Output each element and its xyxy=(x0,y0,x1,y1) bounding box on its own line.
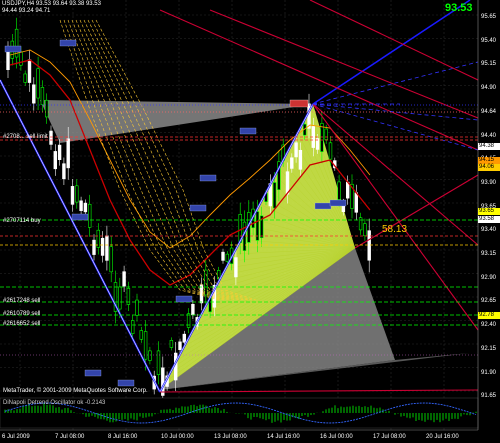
price-tick: 93.90 xyxy=(481,179,497,186)
copyright-text: MetaTrader, © 2001-2009 MetaQuotes Softw… xyxy=(3,388,148,394)
annotation-value: 58.13 xyxy=(382,224,408,235)
price-tick: 92.40 xyxy=(481,322,497,329)
red-line-6 xyxy=(159,389,479,393)
price-tick: 91.90 xyxy=(481,369,497,376)
date-tick: 10 Jul 00:00 xyxy=(161,434,194,440)
price-tick: 94.64 xyxy=(481,108,497,115)
price-tick: 93.15 xyxy=(481,251,497,257)
price-tick: 92.90 xyxy=(481,274,497,281)
price-tick: 94.90 xyxy=(481,85,497,92)
price-tag: 93.58 xyxy=(478,216,500,223)
date-tick: 13 Jul 08:00 xyxy=(214,434,247,440)
price-chart[interactable] xyxy=(0,0,500,443)
price-tag: 93.65 xyxy=(478,208,500,215)
price-tick: 94.40 xyxy=(481,132,497,139)
date-tick: 17 Jul 08:00 xyxy=(373,434,406,440)
price-tag: 94.15 xyxy=(478,157,500,164)
price-tag: 94.06 xyxy=(478,164,500,171)
chart-window: USDJPY,H4 93.53 93.64 93.38 93.53 94.44 … xyxy=(0,0,500,443)
price-tick: 95.40 xyxy=(481,37,497,44)
date-tick: 14 Jul 16:00 xyxy=(267,434,300,440)
date-tick: 7 Jul 08:00 xyxy=(55,434,85,440)
date-tick: 6 Jul 2009 xyxy=(2,434,30,440)
symbol-subheader: 94.44 93.24 94.71 xyxy=(2,8,51,14)
price-tick: 92.65 xyxy=(481,298,497,305)
price-tag: 92.78 xyxy=(478,312,500,319)
price-tick: 95.15 xyxy=(481,61,497,68)
red-line-2 xyxy=(209,9,479,119)
fan-area-top xyxy=(40,100,313,143)
price-tick: 91.65 xyxy=(481,393,497,400)
order-label-sell-1[interactable]: #2617248 sell xyxy=(3,298,40,305)
order-label-sell-2[interactable]: #2610789 sell xyxy=(3,311,40,318)
big-price-label: 93.53 xyxy=(445,2,473,14)
blue-line-extend xyxy=(312,0,471,105)
price-tick: 93.40 xyxy=(481,227,497,234)
indicator-label: DiNapoli Detrend Oscillator ok -0.2143 xyxy=(3,400,106,406)
price-tick: 95.65 xyxy=(481,14,497,20)
price-tick: 92.15 xyxy=(481,345,497,352)
date-tick: 8 Jul 16:00 xyxy=(108,434,138,440)
order-label-sell-3[interactable]: #2616652 sell xyxy=(3,321,40,328)
price-tag: 94.38 xyxy=(478,143,500,150)
order-label-buy[interactable]: #2707114 buy xyxy=(3,218,41,225)
symbol-header: USDJPY,H4 93.53 93.64 93.38 93.53 xyxy=(2,1,101,7)
date-tick: 20 Jul 16:00 xyxy=(426,434,459,440)
date-tick: 16 Jul 00:00 xyxy=(320,434,353,440)
order-label-sell-limit[interactable]: #2708... sell limit xyxy=(3,134,48,141)
